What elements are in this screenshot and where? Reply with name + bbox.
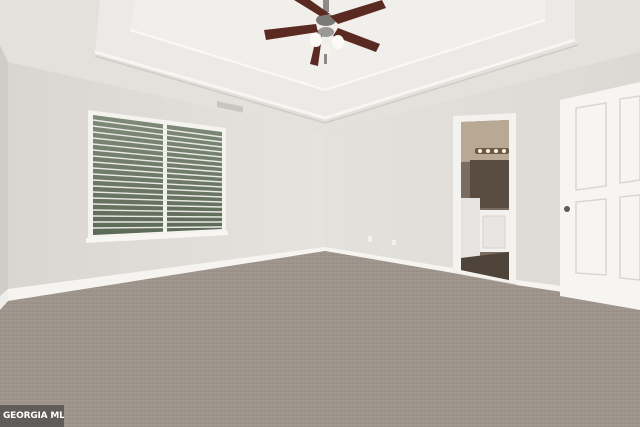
room-photo: GEORGIA MLS xyxy=(0,0,640,427)
window-blinds-icon xyxy=(86,110,228,243)
room-illustration xyxy=(0,0,640,427)
door-icon xyxy=(560,82,640,310)
watermark-logo: GEORGIA MLS xyxy=(0,405,64,427)
wall-outlet xyxy=(368,236,372,242)
bathroom-doorway xyxy=(453,113,516,284)
wall-outlet xyxy=(392,240,396,245)
far-left-wall xyxy=(0,45,8,303)
